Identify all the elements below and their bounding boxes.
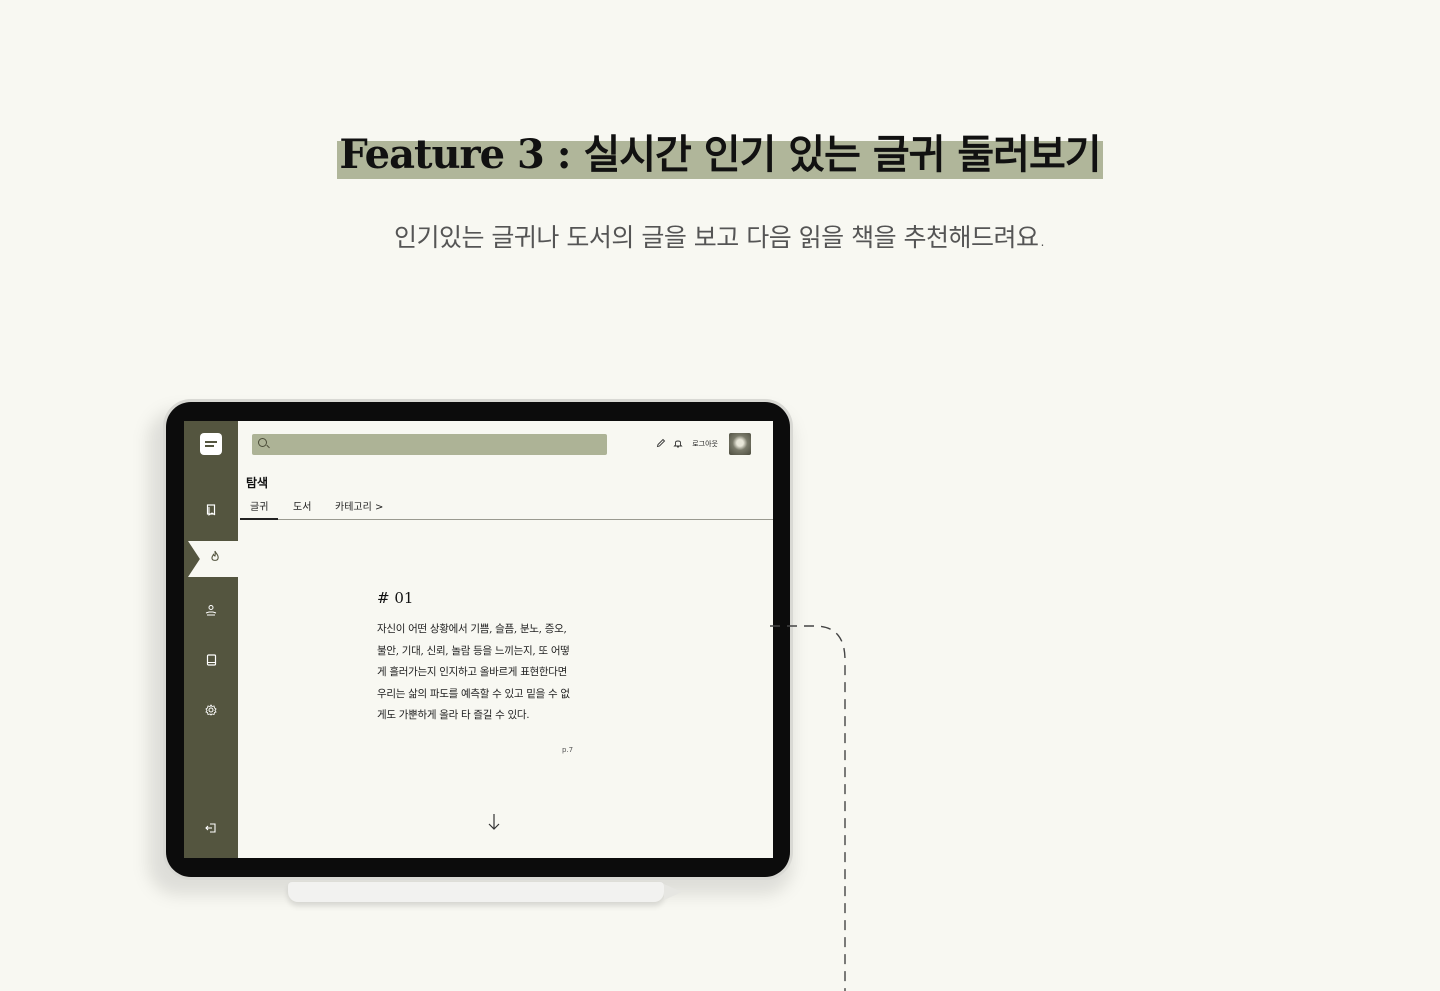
tab-category[interactable]: 카테고리 > (335, 501, 383, 520)
user-hand-icon[interactable] (201, 600, 221, 620)
sidebar-item-popular[interactable] (188, 541, 242, 577)
quote-line: 불안, 기대, 신뢰, 놀람 등을 느끼는지, 또 어떻 (377, 644, 570, 657)
title-wrap: Feature 3 : 실시간 인기 있는 글귀 둘러보기 (0, 130, 1440, 180)
quote-number: # 01 (377, 589, 414, 607)
quote-card: # 01 자신이 어떤 상황에서 기쁨, 슬픔, 분노, 증오, 불안, 기대,… (377, 589, 627, 727)
apple-pencil (288, 882, 682, 902)
logout-icon[interactable] (201, 818, 221, 838)
feature-subtitle: 인기있는 글귀나 도서의 글을 보고 다음 읽을 책을 추천해드려요. (393, 223, 1047, 252)
tablet-bezel: 로그아웃 탐색 글귀 도서 카테고리 > # 01 자신이 어떤 상황에서 기쁨… (166, 402, 790, 877)
quote-line: 게도 가뿐하게 올라 타 즐길 수 있다. (377, 709, 530, 722)
topbar-actions: 로그아웃 (656, 432, 751, 456)
tab-quotes[interactable]: 글귀 (240, 501, 279, 520)
bell-icon[interactable] (673, 438, 683, 451)
pencil-tip (664, 884, 682, 900)
feature-section: Feature 3 : 실시간 인기 있는 글귀 둘러보기 인기있는 글귀나 도… (0, 0, 1440, 991)
book-icon[interactable] (201, 650, 221, 670)
quote-line: 게 흘러가는지 인지하고 올바르게 표현한다면 (377, 666, 567, 679)
sidebar (184, 421, 242, 858)
app-logo[interactable] (200, 433, 222, 455)
gear-icon[interactable] (201, 700, 221, 720)
tab-books[interactable]: 도서 (293, 501, 311, 520)
search-icon (258, 438, 267, 447)
bookmark-icon[interactable] (201, 500, 221, 520)
app-screen: 로그아웃 탐색 글귀 도서 카테고리 > # 01 자신이 어떤 상황에서 기쁨… (184, 421, 773, 858)
search-input[interactable] (252, 434, 607, 455)
quote-page-number: p.7 (562, 746, 574, 754)
feature-title: Feature 3 : 실시간 인기 있는 글귀 둘러보기 (337, 130, 1103, 180)
page-title: 탐색 (246, 476, 269, 490)
arrow-down-icon[interactable] (487, 813, 501, 835)
avatar[interactable] (729, 433, 751, 455)
logout-link[interactable]: 로그아웃 (692, 439, 718, 449)
flame-icon (205, 550, 225, 570)
quote-line: 자신이 어떤 상황에서 기쁨, 슬픔, 분노, 증오, (377, 623, 567, 635)
tablet-device: 로그아웃 탐색 글귀 도서 카테고리 > # 01 자신이 어떤 상황에서 기쁨… (163, 399, 793, 880)
tab-bar: 글귀 도서 카테고리 > (240, 499, 773, 520)
pencil-icon[interactable] (656, 438, 666, 451)
quote-line: 우리는 삶의 파도를 예측할 수 있고 밑을 수 없 (377, 687, 570, 700)
